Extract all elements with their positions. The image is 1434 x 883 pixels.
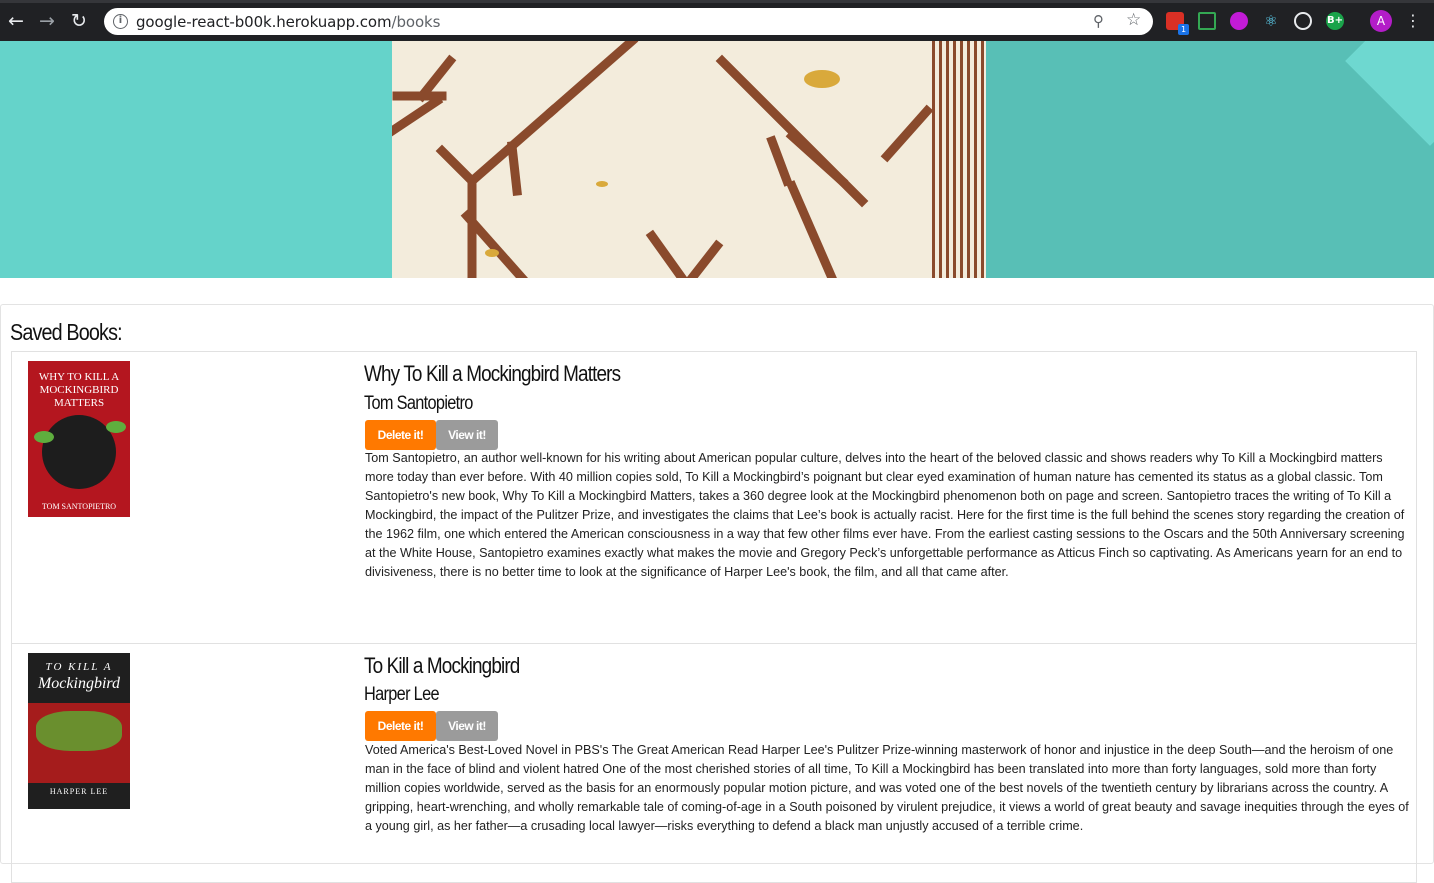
hero-branches [392,41,932,278]
screenshot-icon[interactable] [1198,12,1216,30]
book-cover[interactable]: WHY TO KILL A MOCKINGBIRD MATTERS TOM SA… [28,361,130,517]
url-path: /books [391,13,441,31]
react-icon[interactable]: ⚛ [1262,12,1280,30]
browser-toolbar: ← → ↻ i google-react-b00k.herokuapp.com/… [0,0,1434,41]
book-description: Tom Santopietro, an author well-known fo… [365,451,1405,579]
book-author: Tom Santopietro [364,393,473,414]
book-title: To Kill a Mockingbird [364,653,520,678]
url-host: google-react-b00k.herokuapp.com [136,13,392,31]
cover-bird [42,415,116,489]
view-button[interactable]: View it! [436,420,498,450]
cover-leaf [106,421,126,433]
profile-icon[interactable]: A [1370,10,1392,32]
bplus-icon[interactable]: B+ [1326,12,1344,30]
target-icon[interactable] [1294,12,1312,30]
star-icon[interactable]: ☆ [1126,10,1141,30]
hero-banner [0,41,1434,278]
menu-icon[interactable]: ⋮ [1402,10,1424,32]
address-bar[interactable]: i google-react-b00k.herokuapp.com/books … [104,8,1153,35]
book-cover[interactable]: TO KILL A Mockingbird HARPER LEE [28,653,130,809]
book-title: Why To Kill a Mockingbird Matters [364,361,621,386]
zoom-icon[interactable]: ⚲ [1093,12,1104,30]
info-icon[interactable]: i [113,14,128,29]
cover-title: WHY TO KILL A MOCKINGBIRD MATTERS [38,371,120,409]
cover-title: TO KILL A [45,661,113,673]
extension-badge: 1 [1178,24,1189,35]
tab-strip [0,0,1434,3]
page-title: Saved Books: [10,319,123,345]
book-description: Voted America's Best-Loved Novel in PBS'… [365,743,1409,833]
view-button[interactable]: View it! [436,711,498,741]
reload-icon[interactable]: ↻ [68,10,90,32]
cover-foliage [36,711,122,751]
url-text[interactable]: google-react-b00k.herokuapp.com/books [136,13,440,31]
back-icon[interactable]: ← [5,10,27,32]
cover-title-2: Mockingbird [37,675,121,692]
hero-stripes [932,41,986,278]
forward-icon[interactable]: → [36,10,58,32]
eye-icon[interactable] [1230,12,1248,30]
delete-button[interactable]: Delete it! [365,420,436,450]
delete-button[interactable]: Delete it! [365,711,436,741]
book-author: Harper Lee [364,684,440,705]
cover-author: TOM SANTOPIETRO [41,502,117,511]
cover-leaf [34,431,54,443]
cover-author: HARPER LEE [49,787,109,796]
